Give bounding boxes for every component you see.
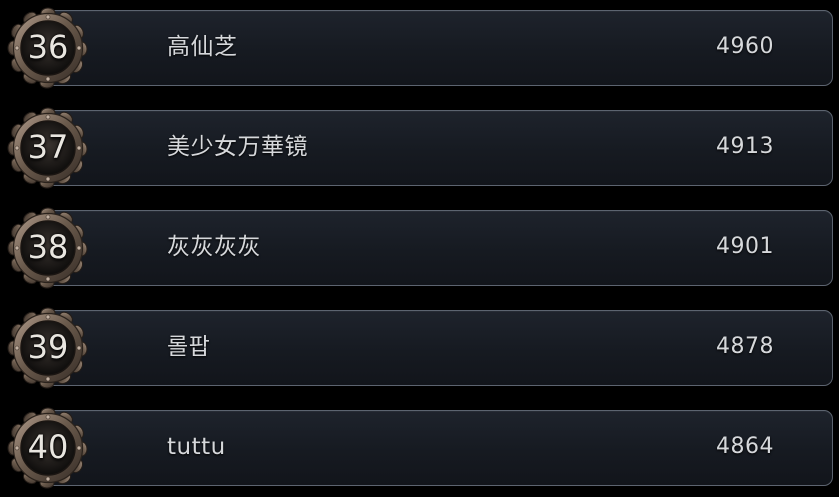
rank-number: 36 (27, 28, 69, 66)
player-name: 灰灰灰灰 (167, 234, 261, 260)
leaderboard-row[interactable]: tuttu 4864 40 (0, 410, 839, 488)
player-score: 4901 (716, 234, 774, 259)
player-name: 美少女万華镜 (167, 134, 308, 160)
leaderboard-row[interactable]: 美少女万華镜 4913 37 (0, 110, 839, 188)
rank-badge: 37 (4, 103, 92, 191)
player-score: 4913 (716, 134, 774, 159)
player-score: 4878 (716, 334, 774, 359)
row-panel (45, 210, 833, 286)
row-panel (45, 410, 833, 486)
row-panel (45, 10, 833, 86)
rank-badge: 36 (4, 3, 92, 91)
rank-number: 39 (27, 328, 69, 366)
rank-number: 38 (27, 228, 69, 266)
player-score: 4864 (716, 434, 774, 459)
player-name: 高仙芝 (167, 34, 238, 60)
player-name: tuttu (167, 434, 226, 460)
rank-badge: 40 (4, 403, 92, 491)
leaderboard-row[interactable]: 高仙芝 4960 36 (0, 10, 839, 88)
rank-number: 37 (27, 128, 69, 166)
row-panel (45, 110, 833, 186)
leaderboard-row[interactable]: 灰灰灰灰 4901 38 (0, 210, 839, 288)
leaderboard-list: 高仙芝 4960 36 美少女万華镜 4913 37 灰灰灰灰 4901 38 … (0, 0, 839, 497)
rank-badge: 38 (4, 203, 92, 291)
leaderboard-row[interactable]: 롤팝 4878 39 (0, 310, 839, 388)
player-name: 롤팝 (167, 334, 211, 360)
rank-badge: 39 (4, 303, 92, 391)
player-score: 4960 (716, 34, 774, 59)
rank-number: 40 (27, 428, 69, 466)
row-panel (45, 310, 833, 386)
